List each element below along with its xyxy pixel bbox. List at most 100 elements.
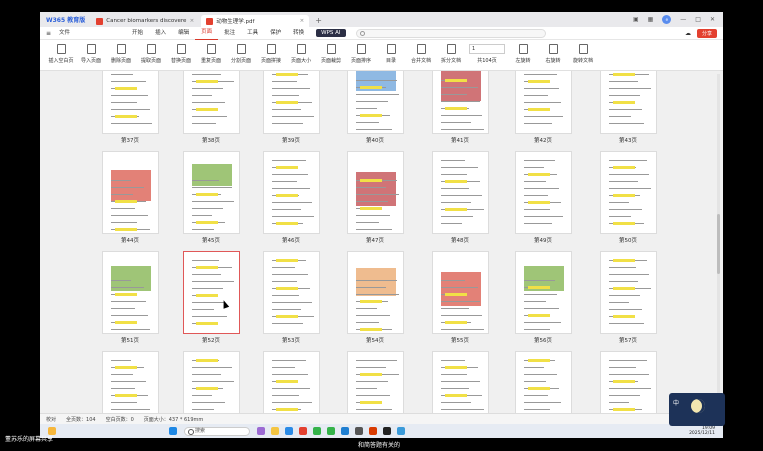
merge-pages-button[interactable]: 页面拼接 xyxy=(256,44,286,64)
page-thumbnail[interactable] xyxy=(432,351,489,413)
page-thumbnail[interactable] xyxy=(347,251,404,334)
folder-icon[interactable] xyxy=(271,427,279,435)
page-thumbnail[interactable] xyxy=(263,151,320,234)
search-input[interactable] xyxy=(355,28,546,38)
browser-icon[interactable] xyxy=(285,427,293,435)
page-icon xyxy=(56,44,66,54)
highlight-mark xyxy=(276,73,298,76)
wps-icon[interactable] xyxy=(299,427,307,435)
close-window-icon[interactable]: ✕ xyxy=(710,16,715,23)
menu-edit[interactable]: 编辑 xyxy=(172,27,195,40)
crop-page-button[interactable]: 页面裁剪 xyxy=(316,44,346,64)
menu-file[interactable]: 文件 xyxy=(53,27,76,40)
page-thumbnail[interactable] xyxy=(263,251,320,334)
layout-icon[interactable]: ▣ xyxy=(633,16,639,23)
page-thumbnail[interactable] xyxy=(600,71,657,134)
page-thumbnail[interactable] xyxy=(347,351,404,413)
close-icon[interactable]: × xyxy=(190,18,195,24)
page-thumbnail[interactable] xyxy=(432,71,489,134)
rotate-doc-button[interactable]: 旋转文档 xyxy=(568,44,598,64)
page-thumbnail[interactable] xyxy=(432,251,489,334)
tab-title: Cancer biomarkers discovere xyxy=(106,18,187,24)
scrollbar-thumb[interactable] xyxy=(717,214,720,274)
chat-icon[interactable] xyxy=(313,427,321,435)
grid-icon[interactable]: ▦ xyxy=(648,16,654,23)
highlight-mark xyxy=(613,101,635,104)
system-clock[interactable]: 19:09 2025/12/11 xyxy=(689,426,715,436)
maximize-icon[interactable]: □ xyxy=(695,16,701,23)
new-tab-icon[interactable]: + xyxy=(315,16,322,25)
menu-tools[interactable]: 工具 xyxy=(241,27,264,40)
rotate-left-button[interactable]: 左旋转 xyxy=(508,44,538,64)
rotate-right-button[interactable]: 右旋转 xyxy=(538,44,568,64)
toc-button[interactable]: 目录 xyxy=(376,44,406,64)
page-number-input[interactable]: 1 xyxy=(469,44,505,54)
page-thumbnail[interactable] xyxy=(183,351,240,413)
qq-icon[interactable] xyxy=(383,427,391,435)
crop-icon xyxy=(326,44,336,54)
notes-icon[interactable] xyxy=(355,427,363,435)
wps-ai-button[interactable]: WPS AI xyxy=(316,29,346,37)
page-thumbnail[interactable] xyxy=(102,351,159,413)
page-thumbnail[interactable] xyxy=(183,71,240,134)
page-thumbnail[interactable] xyxy=(102,71,159,134)
wechat-icon[interactable] xyxy=(327,427,335,435)
app-icon[interactable] xyxy=(257,427,265,435)
sort-pages-button[interactable]: 页面排序 xyxy=(346,44,376,64)
import-page-button[interactable]: 导入页面 xyxy=(76,44,106,64)
proofread-mode[interactable]: 校对 xyxy=(46,416,56,423)
vscode-icon[interactable] xyxy=(341,427,349,435)
share-button[interactable]: 分享 xyxy=(696,28,717,38)
menu-convert[interactable]: 转换 xyxy=(287,27,310,40)
page-thumbnail[interactable] xyxy=(600,351,657,413)
page-thumbnail[interactable] xyxy=(102,251,159,334)
menu-insert[interactable]: 插入 xyxy=(149,27,172,40)
duplicate-page-button[interactable]: 重复页面 xyxy=(196,44,226,64)
menu-icon[interactable]: ≡ xyxy=(46,30,51,37)
page-thumbnail[interactable] xyxy=(515,71,572,134)
tab-cancer-biomarkers[interactable]: Cancer biomarkers discovere × xyxy=(91,15,199,27)
highlight-mark xyxy=(528,201,550,204)
merge-docs-button[interactable]: 合并文档 xyxy=(406,44,436,64)
split-docs-button[interactable]: 拆分文档 xyxy=(436,44,466,64)
photos-icon[interactable] xyxy=(397,427,405,435)
page-thumbnail[interactable] xyxy=(347,151,404,234)
highlight-mark xyxy=(445,79,467,82)
app-brand[interactable]: W365 教育版 xyxy=(40,12,91,27)
page-thumbnail[interactable] xyxy=(347,71,404,134)
delete-page-button[interactable]: 删除页面 xyxy=(106,44,136,64)
page-thumbnail[interactable] xyxy=(600,251,657,334)
menu-annotate[interactable]: 批注 xyxy=(218,27,241,40)
page-thumbnail[interactable] xyxy=(263,351,320,413)
page-thumbnail[interactable] xyxy=(183,251,240,334)
highlight-mark xyxy=(360,179,382,182)
avatar[interactable]: e xyxy=(662,15,672,24)
close-icon[interactable]: × xyxy=(300,18,305,24)
windows-start-icon[interactable] xyxy=(169,427,177,435)
split-page-button[interactable]: 分割页面 xyxy=(226,44,256,64)
replace-page-button[interactable]: 替换页面 xyxy=(166,44,196,64)
page-thumbnail[interactable] xyxy=(515,151,572,234)
menu-page[interactable]: 页面 xyxy=(195,26,219,40)
page-thumbnail[interactable] xyxy=(102,151,159,234)
office-icon[interactable] xyxy=(369,427,377,435)
page-size-button[interactable]: 页面大小 xyxy=(286,44,316,64)
extract-page-button[interactable]: 提取页面 xyxy=(136,44,166,64)
insert-blank-page-button[interactable]: 插入空白页 xyxy=(46,44,76,64)
menu-protect[interactable]: 保护 xyxy=(264,27,287,40)
page-thumbnail[interactable] xyxy=(263,71,320,134)
page-thumbnail[interactable] xyxy=(432,151,489,234)
page-thumbnail[interactable] xyxy=(515,351,572,413)
menu-start[interactable]: 开始 xyxy=(126,27,149,40)
cloud-icon[interactable]: ☁ xyxy=(685,30,691,37)
taskbar-search[interactable]: 搜索 xyxy=(184,426,250,436)
page-thumbnail[interactable] xyxy=(515,251,572,334)
highlight-mark xyxy=(613,408,635,411)
highlight-mark xyxy=(276,194,298,197)
page-thumbnail[interactable] xyxy=(183,151,240,234)
highlight-mark xyxy=(360,401,382,404)
highlight-mark xyxy=(115,321,137,324)
scrollbar[interactable] xyxy=(717,74,720,409)
minimize-icon[interactable]: — xyxy=(680,16,686,23)
page-thumbnail[interactable] xyxy=(600,151,657,234)
